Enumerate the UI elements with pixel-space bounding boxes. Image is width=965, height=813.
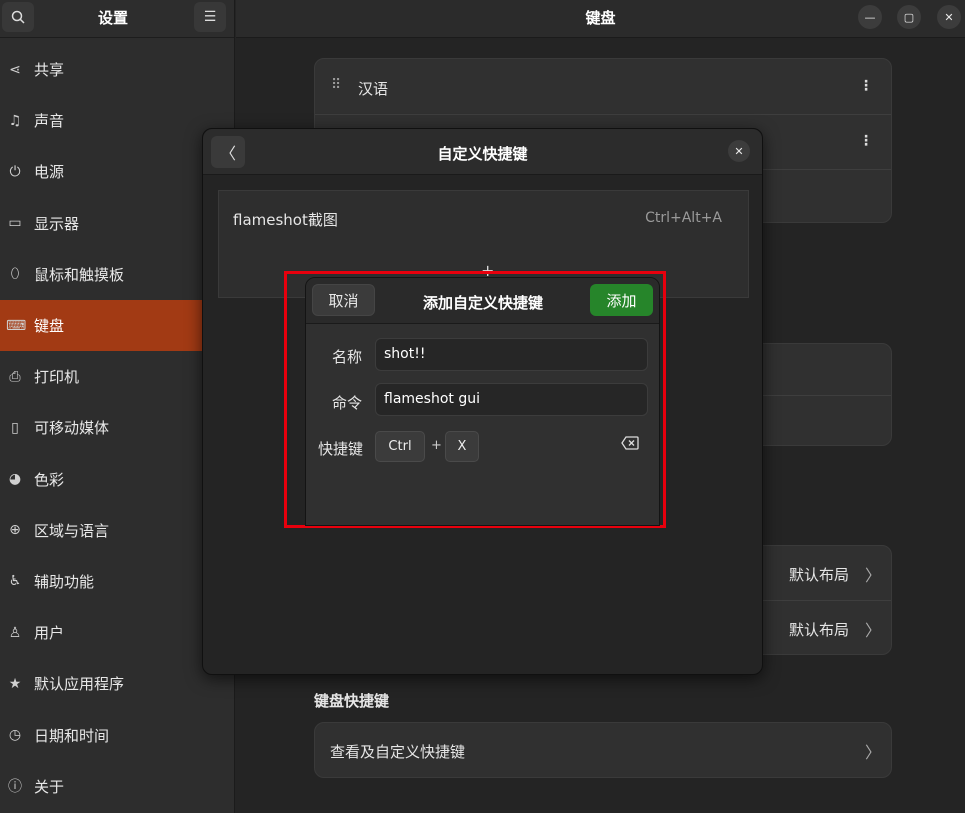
add-dialog-title: 添加自定义快捷键 [422, 294, 543, 312]
key-separator: + [431, 438, 442, 453]
minimize-icon: — [864, 10, 876, 24]
sidebar-item-label: 默认应用程序 [34, 675, 125, 694]
name-field[interactable]: shot!! [375, 338, 648, 371]
drag-handle-icon[interactable]: ⠿ [331, 77, 341, 93]
sidebar-item-label: 色彩 [34, 470, 65, 489]
clock-icon: ◷ [8, 727, 22, 744]
clear-shortcut-button[interactable] [621, 436, 639, 454]
sidebar-item-label: 键盘 [34, 317, 65, 336]
dialog-title: 自定义快捷键 [437, 145, 528, 163]
sidebar-item-users[interactable]: ♙ 用户 [0, 607, 235, 658]
sidebar-item-label: 日期和时间 [34, 726, 110, 745]
sidebar-item-label: 声音 [34, 112, 65, 131]
close-window-button[interactable]: ✕ [937, 5, 961, 29]
sidebar-item-color[interactable]: ◕ 色彩 [0, 454, 235, 505]
close-dialog-button[interactable]: ✕ [728, 140, 750, 162]
view-shortcuts-row[interactable]: 查看及自定义快捷键 〉 [314, 722, 892, 778]
minimize-button[interactable]: — [858, 5, 882, 29]
command-label: 命令 [332, 394, 363, 412]
keyboard-shortcuts-section-title: 键盘快捷键 [314, 692, 390, 710]
name-label: 名称 [332, 348, 363, 366]
hamburger-menu-icon: ☰ [203, 9, 217, 25]
chevron-right-icon: 〉 [865, 743, 882, 762]
sidebar: 设置 ☰ ⋖ 共享 ♫ 声音 ⏻ 电源 ▭ 显示器 ⬯ 鼠标和触摸板 ⌨ 键盘 ⎙ 打印机 ▯… [0, 0, 235, 813]
shortcut-label: 快捷键 [318, 440, 364, 458]
color-icon: ◕ [8, 471, 22, 488]
sidebar-list: ⋖ 共享 ♫ 声音 ⏻ 电源 ▭ 显示器 ⬯ 鼠标和触摸板 ⌨ 键盘 ⎙ 打印机 ▯ 可移动媒体… [0, 44, 235, 812]
maximize-icon: ▢ [903, 10, 915, 24]
keycap-ctrl: Ctrl [375, 431, 425, 462]
globe-icon: ⊕ [9, 522, 21, 539]
sidebar-item-label: 可移动媒体 [34, 419, 110, 438]
music-note-icon: ♫ [8, 112, 22, 129]
sidebar-item-label: 共享 [34, 61, 65, 80]
sidebar-item-printers[interactable]: ⎙ 打印机 [0, 351, 235, 402]
sidebar-title: 设置 [97, 9, 128, 27]
more-options-icon[interactable]: ⋮ [859, 78, 873, 94]
display-icon: ▭ [8, 215, 22, 232]
command-field[interactable]: flameshot gui [375, 383, 648, 416]
row-divider [315, 114, 891, 115]
sidebar-item-label: 辅助功能 [34, 572, 95, 591]
close-icon: ✕ [944, 10, 954, 24]
removable-media-icon: ▯ [11, 419, 19, 436]
keycap-x: X [445, 431, 479, 462]
power-icon: ⏻ [9, 163, 21, 180]
sidebar-item-power[interactable]: ⏻ 电源 [0, 146, 235, 197]
close-icon: ✕ [734, 144, 744, 158]
add-button[interactable]: 添加 [590, 284, 653, 316]
sidebar-header: 设置 ☰ [0, 0, 234, 38]
star-icon: ★ [8, 675, 22, 692]
add-dialog-header: 取消 添加自定义快捷键 添加 [306, 278, 659, 324]
shortcut-accelerator: Ctrl+Alt+A [645, 210, 722, 226]
sidebar-item-label: 关于 [34, 777, 65, 796]
chevron-right-icon[interactable]: 〉 [865, 562, 881, 586]
page-title: 键盘 [585, 9, 616, 27]
sidebar-item-label: 打印机 [34, 368, 80, 387]
sidebar-item-keyboard[interactable]: ⌨ 键盘 [0, 299, 203, 352]
sidebar-item-default-apps[interactable]: ★ 默认应用程序 [0, 658, 235, 709]
sidebar-item-display[interactable]: ▭ 显示器 [0, 198, 235, 249]
info-icon: ⓘ [8, 779, 22, 796]
sidebar-item-sound[interactable]: ♫ 声音 [0, 95, 235, 146]
add-shortcut-dialog: 取消 添加自定义快捷键 添加 名称 shot!! 命令 flameshot gu… [305, 277, 660, 526]
more-options-icon[interactable]: ⋮ [859, 133, 873, 149]
dialog-header: 〈 自定义快捷键 ✕ [203, 129, 762, 175]
sidebar-item-label: 电源 [34, 163, 65, 182]
sidebar-item-accessibility[interactable]: ♿ 辅助功能 [0, 556, 235, 607]
main-header: 键盘 — ▢ ✕ [236, 0, 965, 38]
view-shortcuts-label: 查看及自定义快捷键 [330, 743, 466, 761]
printer-icon: ⎙ [9, 368, 21, 385]
user-icon: ♙ [8, 624, 22, 641]
sidebar-item-share[interactable]: ⋖ 共享 [0, 44, 235, 95]
sidebar-item-label: 用户 [34, 624, 65, 643]
chevron-right-icon[interactable]: 〉 [865, 617, 881, 641]
sidebar-item-label: 区域与语言 [34, 521, 110, 540]
sidebar-item-region-language[interactable]: ⊕ 区域与语言 [0, 505, 235, 556]
shortcut-name: flameshot截图 [233, 211, 338, 229]
backspace-icon [621, 436, 639, 450]
mouse-icon: ⬯ [10, 266, 20, 283]
menu-button[interactable]: ☰ [194, 2, 226, 32]
sidebar-item-label: 鼠标和触摸板 [34, 265, 125, 284]
cancel-button[interactable]: 取消 [312, 284, 375, 316]
layout-value: 默认布局 [789, 621, 850, 639]
sidebar-item-about[interactable]: ⓘ 关于 [0, 761, 235, 812]
sidebar-item-date-time[interactable]: ◷ 日期和时间 [0, 709, 235, 760]
accessibility-icon: ♿ [8, 573, 22, 590]
input-source-label: 汉语 [358, 80, 389, 98]
share-icon: ⋖ [9, 61, 21, 78]
keyboard-icon: ⌨ [6, 317, 27, 334]
sidebar-item-mouse[interactable]: ⬯ 鼠标和触摸板 [0, 249, 235, 300]
maximize-button[interactable]: ▢ [897, 5, 921, 29]
sidebar-item-removable-media[interactable]: ▯ 可移动媒体 [0, 402, 235, 453]
sidebar-item-label: 显示器 [34, 214, 80, 233]
layout-value: 默认布局 [789, 566, 850, 584]
